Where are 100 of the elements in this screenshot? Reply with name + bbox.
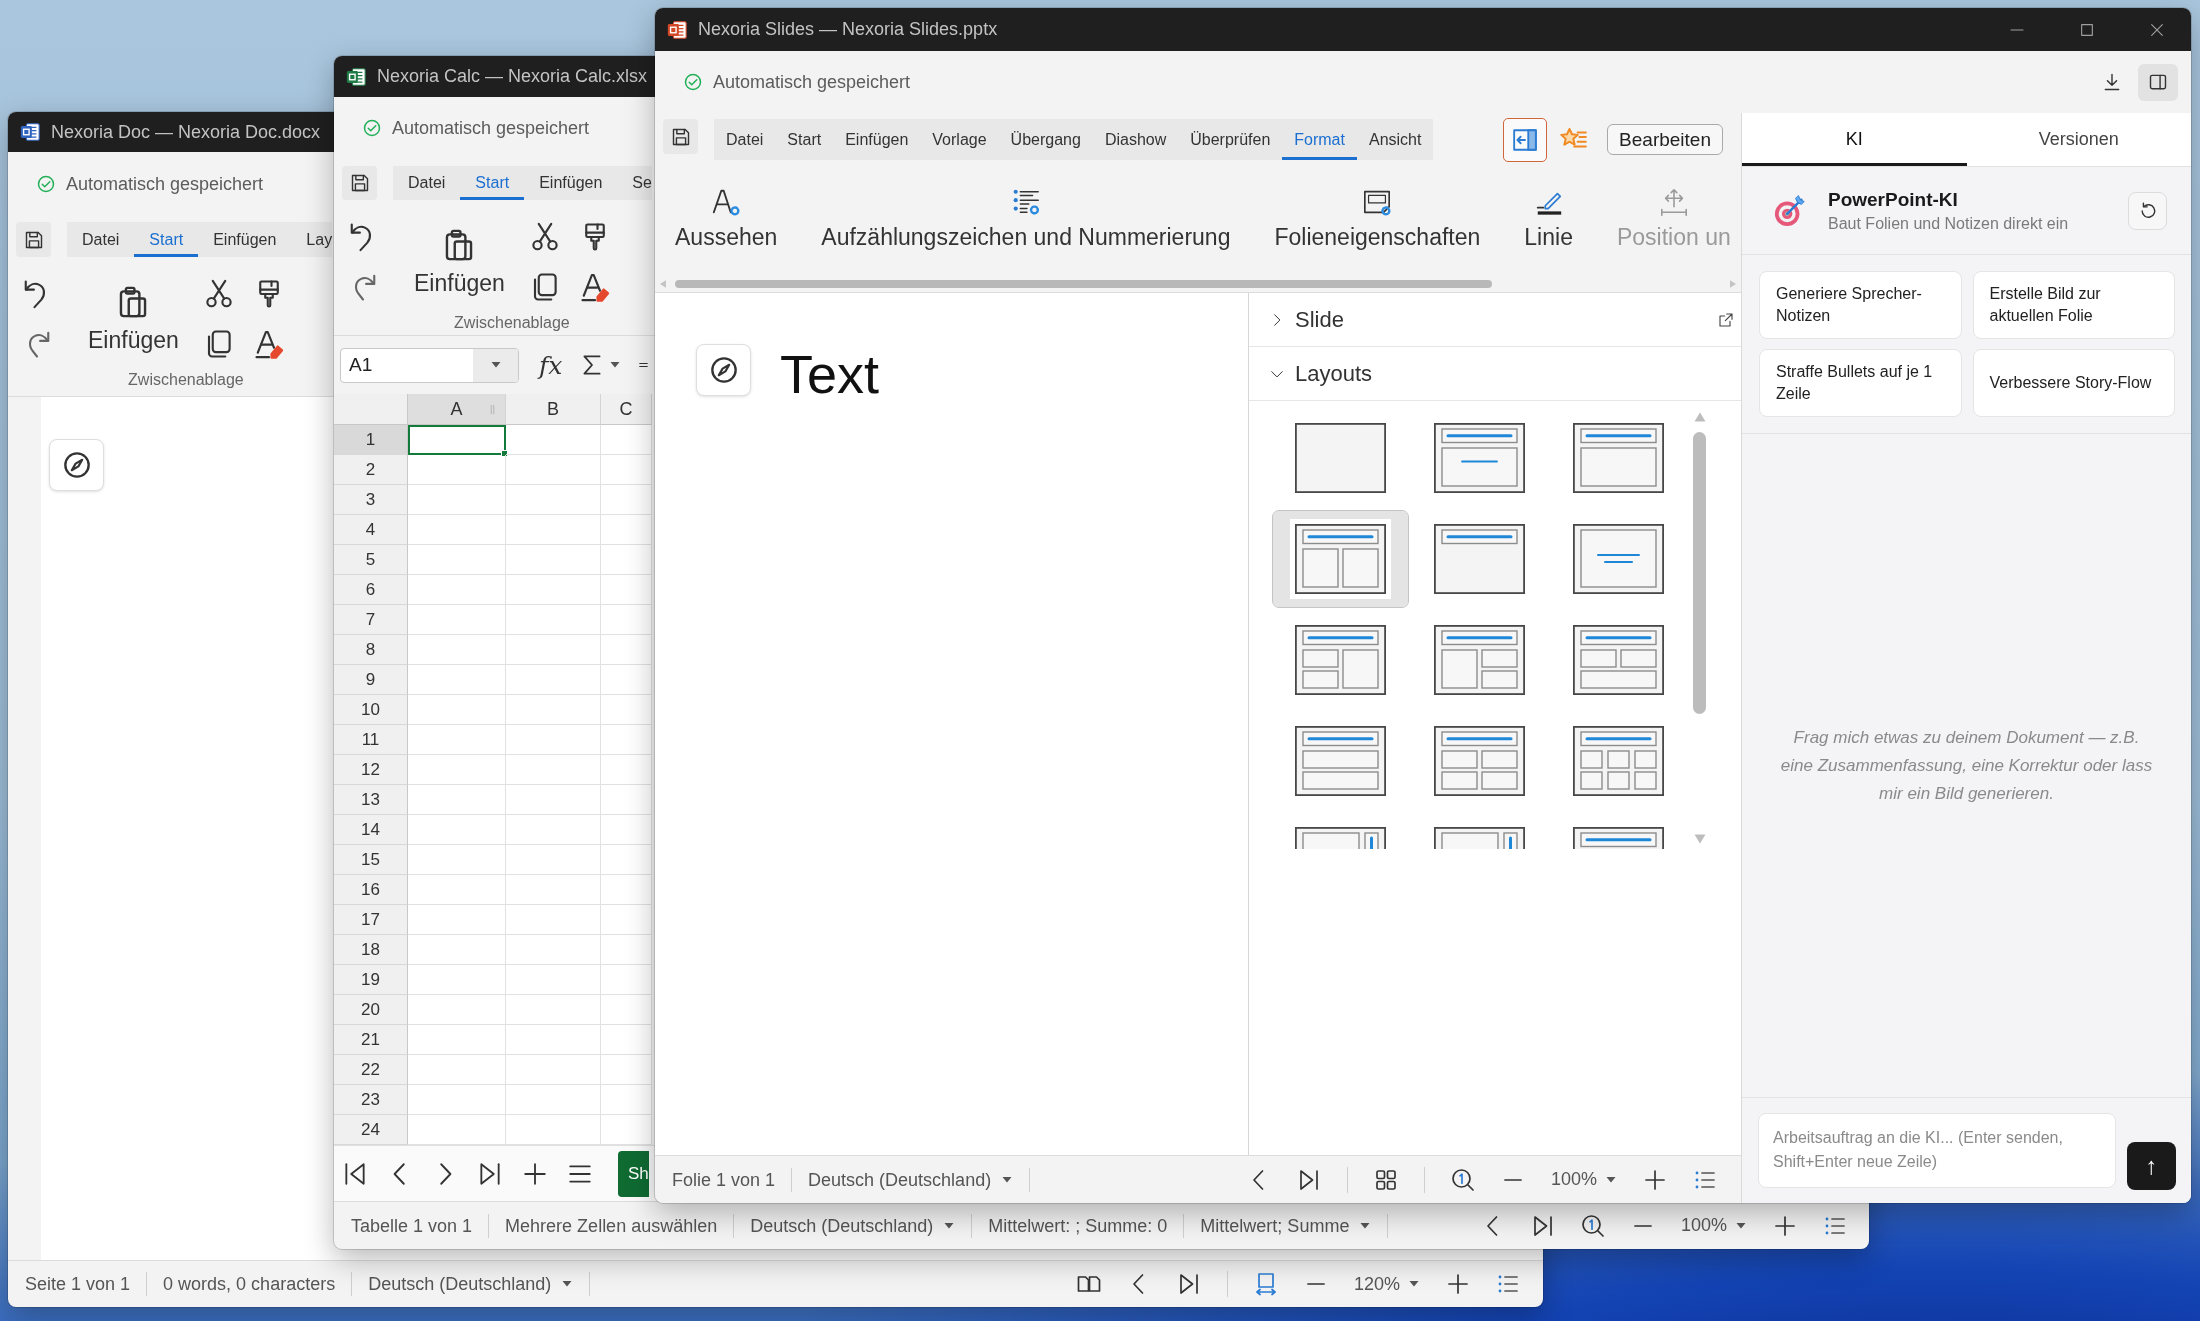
ribbon-tab[interactable]: Datei [393, 166, 461, 200]
name-box[interactable]: A1 [340, 347, 519, 383]
scroll-up-icon[interactable] [1692, 411, 1707, 423]
bullets-numbering-button[interactable]: Aufzählungszeichen und Nummerierung [821, 187, 1231, 251]
row-header[interactable]: 3 [334, 485, 408, 515]
download-icon[interactable] [2102, 72, 2122, 92]
panel-tab[interactable]: Versionen [1966, 113, 2191, 166]
send-button[interactable]: ↑ [2127, 1142, 2176, 1190]
row-header[interactable]: 14 [334, 815, 408, 845]
ribbon-tab[interactable]: Übergang [998, 119, 1093, 160]
paste-button[interactable]: Einfügen [414, 222, 505, 296]
row-header[interactable]: 9 [334, 665, 408, 695]
ribbon-tab[interactable]: Start [775, 119, 834, 160]
ribbon-tab[interactable]: Start [134, 222, 199, 257]
save-button[interactable] [16, 222, 51, 257]
zoom-selector[interactable]: 100% [1550, 1169, 1617, 1190]
row-header[interactable]: 24 [334, 1115, 408, 1145]
tool-button[interactable] [696, 344, 751, 396]
language-selector[interactable]: Deutsch (Deutschland) [352, 1272, 591, 1296]
spreadsheet-cell[interactable] [408, 425, 506, 455]
dropdown-button[interactable] [473, 348, 518, 382]
suggestion-button[interactable]: Erstelle Bild zur aktuellen Folie [1972, 271, 2175, 339]
tool-button[interactable] [49, 439, 104, 491]
row-header[interactable]: 1 [334, 425, 408, 455]
slide-text[interactable]: Text [780, 334, 880, 406]
magnifier-icon[interactable] [1580, 1213, 1605, 1238]
select-all-corner[interactable] [334, 394, 408, 425]
row-header[interactable]: 17 [334, 905, 408, 935]
external-link-icon[interactable] [1718, 311, 1734, 328]
row-header[interactable]: 21 [334, 1025, 408, 1055]
column-header[interactable]: C [601, 394, 652, 425]
row-header[interactable]: 16 [334, 875, 408, 905]
language-selector[interactable]: Deutsch (Deutschland) [792, 1167, 1031, 1192]
paste-button[interactable]: Einfügen [88, 279, 179, 353]
plus-icon[interactable] [1643, 1167, 1667, 1192]
ribbon-tab[interactable]: Format [1282, 119, 1357, 160]
ribbon-tab[interactable]: Einfügen [198, 222, 292, 257]
scroll-left-icon[interactable] [659, 279, 667, 288]
language-selector[interactable]: Deutsch (Deutschland) [734, 1213, 973, 1238]
ribbon-tab[interactable]: Diashow [1092, 119, 1179, 160]
prompt-input[interactable]: Arbeitsauftrag an die KI... (Enter senden, Shift+Enter neue Zeile) [1758, 1113, 2116, 1188]
row-header[interactable]: 12 [334, 755, 408, 785]
row-header[interactable]: 5 [334, 545, 408, 575]
ribbon-tab[interactable]: Vorlage [920, 119, 999, 160]
maximize-icon[interactable] [2079, 21, 2095, 38]
function-button[interactable]: fx [539, 350, 563, 380]
plus-icon[interactable] [522, 1160, 548, 1187]
magnifier-icon[interactable] [1450, 1167, 1475, 1192]
row-header[interactable]: 22 [334, 1055, 408, 1085]
row-header[interactable]: 4 [334, 515, 408, 545]
ribbon-tab[interactable]: Lay [291, 222, 333, 257]
save-button[interactable] [663, 119, 698, 154]
panel-toggle-button[interactable] [2138, 63, 2178, 101]
skip-to-end-icon[interactable] [477, 1160, 503, 1187]
grid-icon[interactable] [1373, 1167, 1398, 1192]
ribbon-tab[interactable]: Überprüfen [1178, 119, 1283, 160]
ribbon-tab[interactable]: Einfügen [524, 166, 618, 200]
ribbon-tab[interactable]: Einfügen [833, 119, 921, 160]
row-header[interactable]: 20 [334, 995, 408, 1025]
scissors-icon[interactable] [529, 222, 560, 252]
plus-icon[interactable] [1773, 1213, 1797, 1238]
plus-icon[interactable] [1446, 1272, 1470, 1296]
zoom-selector[interactable]: 100% [1680, 1215, 1747, 1236]
scrollbar-thumb[interactable] [675, 279, 1492, 288]
zoom-selector[interactable]: 120% [1353, 1273, 1420, 1295]
row-header[interactable]: 19 [334, 965, 408, 995]
layout-option[interactable] [1273, 511, 1408, 607]
scroll-down-icon[interactable] [1692, 833, 1707, 845]
fill-handle[interactable] [501, 450, 508, 457]
ribbon-tab[interactable]: Se [617, 166, 652, 200]
skip-to-start-icon[interactable] [342, 1160, 368, 1187]
ribbon-tab[interactable]: Ansicht [1356, 119, 1434, 160]
save-button[interactable] [342, 166, 377, 200]
line-button[interactable]: Linie [1524, 187, 1573, 251]
fit-width-icon[interactable] [1253, 1272, 1278, 1296]
row-header[interactable]: 23 [334, 1085, 408, 1115]
suggestion-button[interactable]: Straffe Bullets auf je 1 Zeile [1759, 349, 1962, 417]
text-eraser-icon[interactable] [579, 272, 610, 302]
suggestion-button[interactable]: Generiere Sprecher-Notizen [1759, 271, 1962, 339]
section-header[interactable]: Layouts [1270, 360, 1373, 387]
ribbon-tab[interactable]: Start [460, 166, 525, 200]
reset-button[interactable] [2128, 191, 2167, 230]
appearance-button[interactable]: Aussehen [675, 187, 778, 251]
row-header[interactable]: 13 [334, 785, 408, 815]
sidebar-toggle-button[interactable] [1503, 117, 1548, 162]
column-header[interactable]: B [506, 394, 601, 425]
row-header[interactable]: 2 [334, 455, 408, 485]
row-header[interactable]: 8 [334, 635, 408, 665]
column-header[interactable]: A [408, 394, 506, 425]
statistics-selector[interactable]: Mittelwert; Summe [1184, 1213, 1389, 1238]
row-header[interactable]: 6 [334, 575, 408, 605]
row-header[interactable]: 7 [334, 605, 408, 635]
row-header[interactable]: 11 [334, 725, 408, 755]
ribbon-tab[interactable]: Datei [67, 222, 135, 257]
edit-button[interactable]: Bearbeiten [1607, 124, 1723, 155]
close-icon[interactable] [2149, 21, 2165, 38]
section-header[interactable]: Slide [1270, 306, 1344, 333]
row-header[interactable]: 10 [334, 695, 408, 725]
ribbon-tab[interactable]: Datei [714, 119, 776, 160]
row-header[interactable]: 15 [334, 845, 408, 875]
